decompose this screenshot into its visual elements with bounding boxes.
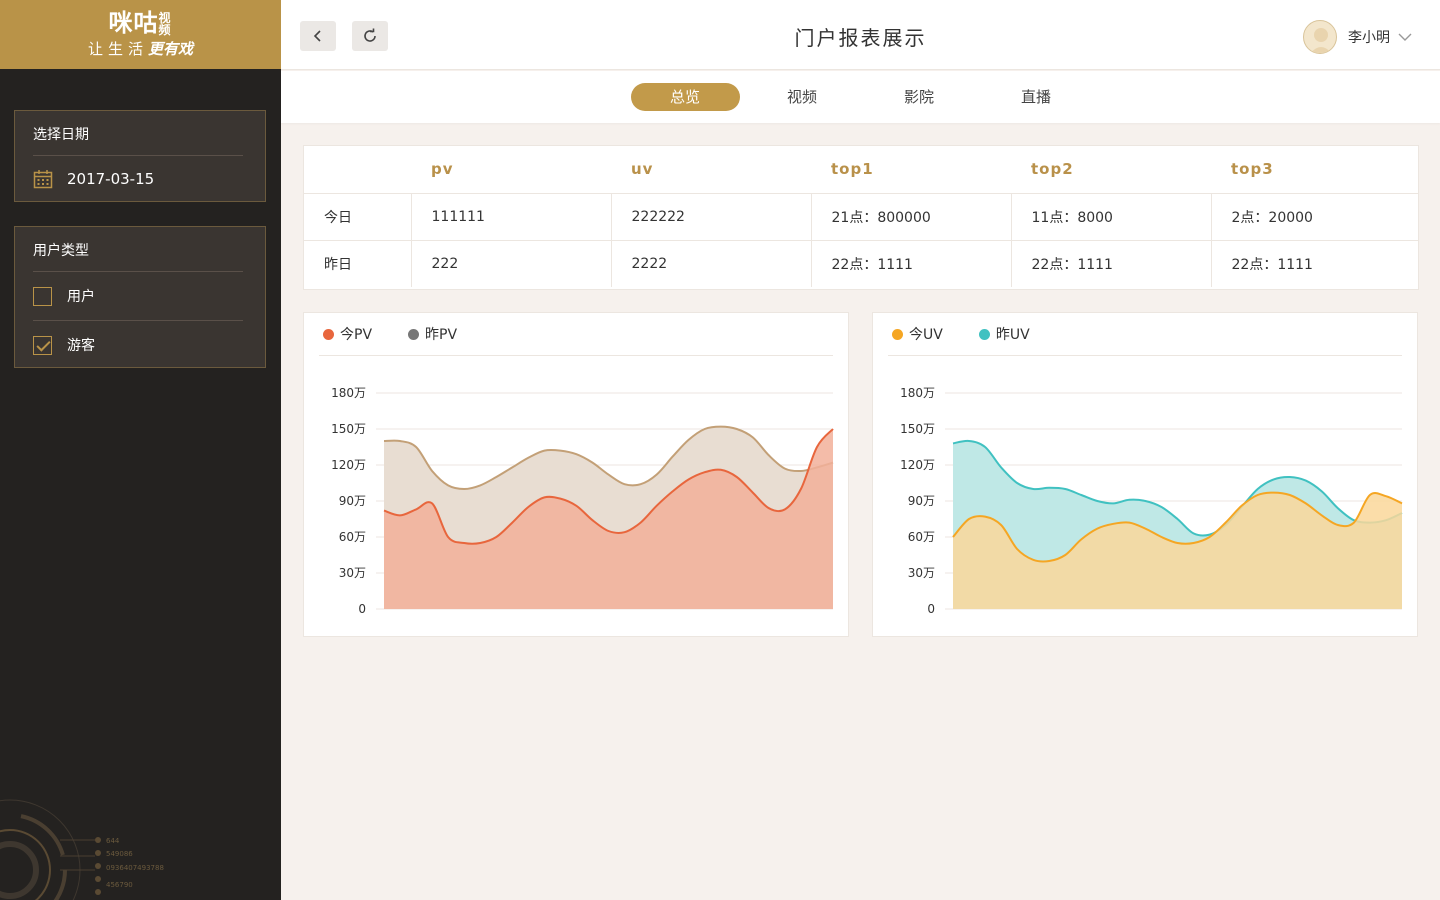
legend-item-today-uv[interactable]: 今UV — [892, 324, 943, 344]
legend-label: 昨UV — [995, 327, 1030, 343]
deco-text: 456790 — [106, 881, 133, 889]
column-header: top2 — [1011, 146, 1211, 194]
checkbox-guest[interactable]: 游客 — [15, 321, 265, 369]
logo-slogan-em: 更有戏 — [148, 40, 194, 58]
legend-dot — [408, 328, 420, 340]
table-cell: 11点：8000 — [1011, 193, 1212, 241]
deco-text: 644 — [106, 837, 120, 845]
table-row: 今日 111111 222222 21点：800000 11点：8000 2点：… — [304, 193, 1418, 241]
column-header — [304, 146, 411, 194]
chevron-down-icon — [1398, 33, 1412, 41]
uv-area-chart: 0 30万 60万 90万 120万 150万 180万 — [900, 386, 1403, 616]
pv-chart-card: 今PV 昨PV 0 30万 60万 90万 120万 150万 180万 — [303, 312, 849, 637]
tab-overview[interactable]: 总览 — [630, 83, 740, 111]
deco-text: 549086 — [106, 850, 133, 858]
table-cell: 22点：1111 — [1011, 240, 1212, 287]
legend-dot — [323, 328, 334, 340]
user-menu[interactable]: 李小明 — [1303, 20, 1412, 54]
legend-item-today-pv[interactable]: 今PV — [323, 324, 372, 344]
table-cell: 222222 — [611, 193, 812, 241]
table-cell: 222 — [411, 240, 612, 287]
avatar-icon — [1310, 28, 1332, 53]
y-tick-label: 150万 — [900, 422, 935, 436]
legend-label: 昨PV — [425, 327, 458, 343]
user-name: 李小明 — [1348, 30, 1390, 46]
logo-brand-small: 视频 — [158, 11, 171, 37]
tab-video[interactable]: 视频 — [748, 83, 857, 111]
row-label: 今日 — [304, 193, 412, 241]
legend-label: 今PV — [340, 327, 373, 343]
pv-area-chart: 0 30万 60万 90万 120万 150万 180万 — [331, 386, 834, 616]
row-label: 昨日 — [304, 240, 412, 287]
y-tick-label: 120万 — [331, 458, 366, 472]
y-tick-label: 150万 — [331, 422, 366, 436]
tab-bar: 总览 视频 影院 直播 — [281, 71, 1440, 123]
legend-dot — [892, 328, 903, 340]
checkbox-user[interactable]: 用户 — [15, 272, 265, 320]
logo-brand-row: 咪咕视频 — [109, 10, 173, 36]
user-type-panel-title: 用户类型 — [33, 243, 89, 259]
calendar-icon — [33, 169, 53, 188]
column-header: pv — [411, 146, 611, 194]
selected-date: 2017-03-15 — [67, 169, 155, 188]
chart-legend: 今UV 昨UV — [888, 313, 1402, 356]
table-cell: 2点：20000 — [1211, 193, 1418, 241]
column-header: top1 — [811, 146, 1011, 194]
y-tick-label: 90万 — [908, 494, 935, 508]
column-header: uv — [611, 146, 811, 194]
tab-live[interactable]: 直播 — [982, 83, 1091, 111]
chart-legend: 今PV 昨PV — [319, 313, 833, 356]
table-row: 昨日 222 2222 22点：1111 22点：1111 22点：1111 — [304, 240, 1418, 287]
sidebar: 咪咕视频 让生活更有戏 选择日期 2017-03-15 用户类型 用户 游客 6… — [0, 0, 281, 900]
tab-cinema[interactable]: 影院 — [865, 83, 974, 111]
column-header: top3 — [1211, 146, 1418, 194]
brand-logo[interactable]: 咪咕视频 让生活更有戏 — [0, 0, 281, 69]
date-panel-title: 选择日期 — [33, 127, 89, 143]
table-cell: 111111 — [411, 193, 612, 241]
stats-table: pv uv top1 top2 top3 今日 111111 222222 21… — [304, 146, 1418, 287]
checkbox-user-box[interactable] — [33, 286, 52, 306]
avatar — [1303, 20, 1337, 54]
y-tick-label: 90万 — [339, 494, 366, 508]
header: 门户报表展示 李小明 — [281, 0, 1440, 70]
table-cell: 2222 — [611, 240, 812, 287]
y-tick-label: 60万 — [339, 530, 366, 544]
y-tick-label: 180万 — [900, 386, 935, 400]
user-type-panel: 用户类型 用户 游客 — [14, 226, 266, 368]
logo-brand: 咪咕 — [108, 9, 159, 37]
stats-table-card: pv uv top1 top2 top3 今日 111111 222222 21… — [303, 145, 1419, 290]
y-tick-label: 180万 — [331, 386, 366, 400]
y-tick-label: 60万 — [908, 530, 935, 544]
y-tick-label: 0 — [358, 602, 366, 616]
uv-chart-card: 今UV 昨UV 0 30万 60万 90万 120万 150万 180万 — [872, 312, 1418, 637]
table-cell: 21点：800000 — [811, 193, 1012, 241]
y-tick-label: 120万 — [900, 458, 935, 472]
decorative-dial: 644 549086 0936407493788 456790 — [0, 799, 164, 900]
y-tick-label: 30万 — [908, 566, 935, 580]
checkbox-user-label: 用户 — [67, 289, 95, 305]
legend-item-yesterday-pv[interactable]: 昨PV — [408, 324, 457, 344]
date-panel: 选择日期 2017-03-15 — [14, 110, 266, 202]
y-tick-label: 0 — [927, 602, 935, 616]
checkbox-guest-label: 游客 — [67, 338, 95, 354]
table-cell: 22点：1111 — [1231, 256, 1313, 273]
page-title: 门户报表展示 — [794, 26, 927, 50]
logo-slogan-row: 让生活更有戏 — [88, 38, 193, 59]
checkbox-guest-box[interactable] — [33, 335, 52, 355]
table-cell: 22点：1111 — [811, 240, 1012, 287]
date-picker[interactable]: 2017-03-15 — [15, 156, 265, 201]
logo-slogan: 让生活 — [87, 40, 148, 58]
legend-dot — [978, 328, 990, 340]
deco-text: 0936407493788 — [106, 864, 164, 872]
table-header-row: pv uv top1 top2 top3 — [304, 146, 1418, 194]
y-tick-label: 30万 — [339, 566, 366, 580]
legend-label: 今UV — [909, 327, 943, 343]
legend-item-yesterday-uv[interactable]: 昨UV — [978, 324, 1030, 344]
